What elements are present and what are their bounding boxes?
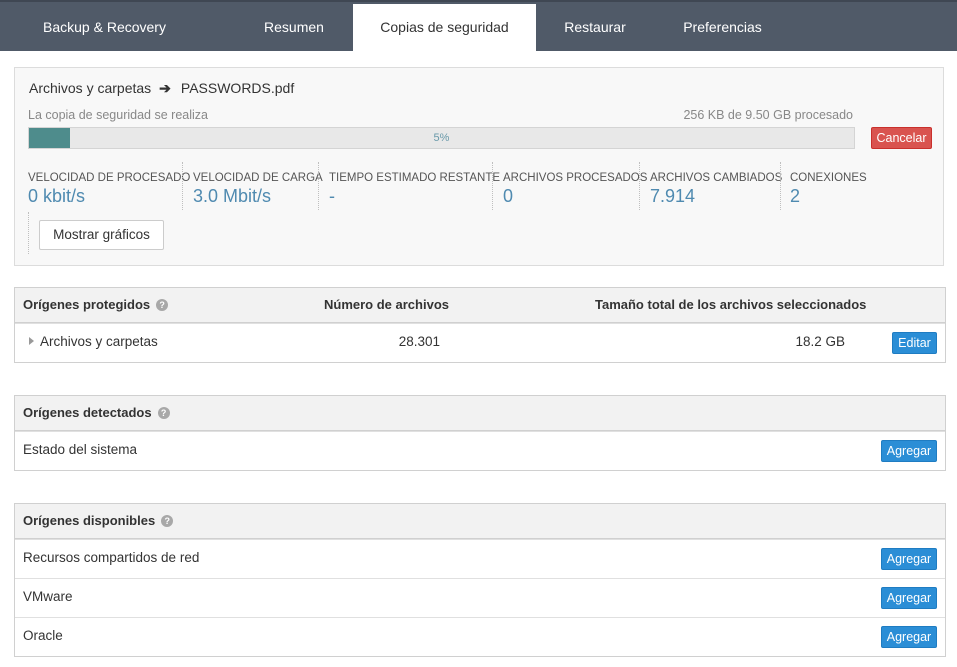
stat-upload-speed: VELOCIDAD DE CARGA 3.0 Mbit/s	[193, 164, 323, 212]
help-icon[interactable]: ?	[156, 299, 169, 311]
stat-divider	[780, 162, 781, 210]
table-title-text: Orígenes protegidos	[23, 297, 151, 312]
add-button[interactable]: Agregar	[881, 440, 937, 462]
stat-label: ARCHIVOS PROCESADOS	[503, 172, 648, 184]
stat-divider	[28, 212, 29, 254]
edit-button[interactable]: Editar	[892, 332, 937, 354]
table-row: VMware Agregar	[15, 578, 945, 617]
table-row: Recursos compartidos de red Agregar	[15, 539, 945, 578]
stat-divider	[182, 162, 183, 210]
breadcrumb: Archivos y carpetas ➔ PASSWORDS.pdf	[29, 80, 294, 97]
column-header-files: Número de archivos	[324, 297, 449, 312]
protected-sources-table: Orígenes protegidos? Número de archivos …	[14, 287, 946, 363]
row-name: Oracle	[23, 628, 63, 643]
progress-bar: 5%	[28, 127, 855, 149]
table-header: Orígenes disponibles?	[15, 504, 945, 539]
table-header: Orígenes detectados?	[15, 396, 945, 431]
column-header-size: Tamaño total de los archivos seleccionad…	[595, 297, 867, 312]
add-button[interactable]: Agregar	[881, 626, 937, 648]
table-row: Archivos y carpetas 28.301 18.2 GB Edita…	[15, 323, 945, 362]
table-header: Orígenes protegidos? Número de archivos …	[15, 288, 945, 323]
stat-label: CONEXIONES	[790, 172, 867, 184]
stat-label: ARCHIVOS CAMBIADOS	[650, 172, 783, 184]
tab-restaurar[interactable]: Restaurar	[546, 4, 644, 53]
add-button[interactable]: Agregar	[881, 587, 937, 609]
table-title: Orígenes disponibles?	[23, 513, 174, 528]
add-button[interactable]: Agregar	[881, 548, 937, 570]
stat-value: 2	[790, 186, 801, 206]
row-name[interactable]: Archivos y carpetas	[29, 334, 158, 349]
table-title-text: Orígenes disponibles	[23, 513, 156, 528]
help-icon[interactable]: ?	[161, 515, 174, 527]
row-file-count: 28.301	[398, 334, 440, 349]
stat-connections: CONEXIONES 2	[790, 164, 867, 212]
backup-progress-panel: Archivos y carpetas ➔ PASSWORDS.pdf La cop…	[14, 67, 944, 266]
stat-divider	[639, 162, 640, 210]
tab-copias-de-seguridad[interactable]: Copias de seguridad	[353, 4, 536, 53]
stat-files-changed: ARCHIVOS CAMBIADOS 7.914	[650, 164, 782, 212]
expand-triangle-icon[interactable]	[29, 337, 34, 345]
stat-value: -	[329, 186, 335, 206]
table-title: Orígenes detectados?	[23, 405, 170, 420]
stat-value: 3.0 Mbit/s	[193, 186, 272, 206]
row-name: Recursos compartidos de red	[23, 550, 200, 565]
breadcrumb-folder: Archivos y carpetas	[29, 80, 152, 96]
stat-label: VELOCIDAD DE CARGA	[193, 172, 323, 184]
breadcrumb-file: PASSWORDS.pdf	[180, 80, 295, 96]
available-sources-table: Orígenes disponibles? Recursos compartid…	[14, 503, 946, 657]
cancel-button[interactable]: Cancelar	[871, 127, 932, 149]
stat-files-processed: ARCHIVOS PROCESADOS 0	[503, 164, 647, 212]
row-name-text: Archivos y carpetas	[40, 334, 158, 349]
stat-label: VELOCIDAD DE PROCESADO	[28, 172, 191, 184]
table-row: Estado del sistema Agregar	[15, 431, 945, 470]
stat-label: TIEMPO ESTIMADO RESTANTE	[329, 172, 501, 184]
row-name: VMware	[23, 589, 73, 604]
progress-status-text: La copia de seguridad se realiza	[28, 108, 208, 122]
stat-processing-speed: VELOCIDAD DE PROCESADO 0 kbit/s	[28, 164, 190, 212]
row-name: Estado del sistema	[23, 442, 138, 457]
tab-brand[interactable]: Backup & Recovery	[0, 4, 209, 53]
tab-preferencias[interactable]: Preferencias	[670, 4, 775, 53]
table-title-text: Orígenes detectados	[23, 405, 152, 420]
top-nav: Backup & Recovery Resumen Copias de segu…	[0, 0, 957, 53]
row-total-size: 18.2 GB	[795, 334, 845, 349]
show-charts-button[interactable]: Mostrar gráficos	[39, 220, 164, 250]
stat-value: 0	[503, 186, 514, 206]
detected-sources-table: Orígenes detectados? Estado del sistema …	[14, 395, 946, 471]
stat-value: 0 kbit/s	[28, 186, 86, 206]
processed-text: 256 KB de 9.50 GB procesado	[683, 108, 853, 122]
progress-percent-label: 5%	[433, 132, 450, 144]
stat-divider	[318, 162, 319, 210]
table-row: Oracle Agregar	[15, 617, 945, 656]
table-title: Orígenes protegidos?	[23, 297, 169, 312]
stat-time-remaining: TIEMPO ESTIMADO RESTANTE -	[329, 164, 500, 212]
help-icon[interactable]: ?	[157, 407, 170, 419]
tab-resumen[interactable]: Resumen	[236, 4, 352, 53]
arrow-right-icon: ➔	[159, 80, 171, 96]
stat-divider	[492, 162, 493, 210]
stat-value: 7.914	[650, 186, 696, 206]
